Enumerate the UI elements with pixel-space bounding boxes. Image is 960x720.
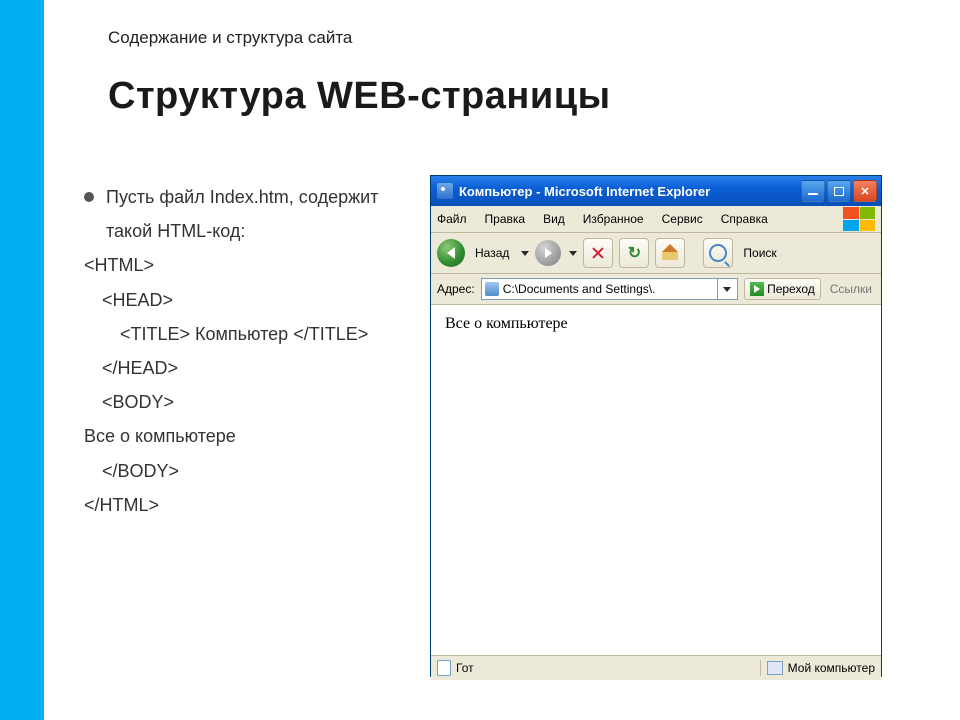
toolbar: Назад ↻ Поиск: [431, 233, 881, 274]
code-line: <HEAD>: [102, 283, 424, 317]
forward-dropdown[interactable]: [569, 251, 577, 256]
go-label: Переход: [767, 282, 815, 296]
page-body-text: Все о компьютере: [445, 315, 568, 332]
forward-arrow-icon: [545, 248, 552, 258]
slide-left-column: Пусть файл Index.htm, содержит такой HTM…: [84, 180, 424, 522]
bullet-text: Пусть файл Index.htm, содержит такой HTM…: [106, 180, 424, 248]
code-line: </BODY>: [102, 454, 424, 488]
bullet-item: Пусть файл Index.htm, содержит такой HTM…: [84, 180, 424, 248]
addressbar: Адрес: C:\Documents and Settings\. Перех…: [431, 274, 881, 305]
home-button[interactable]: [655, 238, 685, 268]
menu-file[interactable]: Файл: [437, 212, 467, 226]
menu-edit[interactable]: Правка: [485, 212, 526, 226]
search-label: Поиск: [743, 246, 776, 260]
menu-tools[interactable]: Сервис: [662, 212, 703, 226]
chevron-down-icon: [723, 287, 731, 292]
close-icon: ✕: [860, 185, 869, 198]
minimize-icon: [808, 193, 818, 195]
go-icon: [750, 282, 764, 296]
code-line: Все о компьютере: [84, 419, 424, 453]
menu-favorites[interactable]: Избранное: [583, 212, 644, 226]
ie-window: Компьютер - Microsoft Internet Explorer …: [430, 175, 882, 677]
status-left-text: Гот: [456, 661, 474, 675]
code-line: <HTML>: [84, 248, 424, 282]
code-line: <TITLE> Компьютер </TITLE>: [120, 317, 424, 351]
status-right-text: Мой компьютер: [788, 661, 875, 675]
window-title: Компьютер - Microsoft Internet Explorer: [459, 184, 801, 199]
menu-view[interactable]: Вид: [543, 212, 565, 226]
address-value: C:\Documents and Settings\.: [503, 282, 656, 296]
minimize-button[interactable]: [801, 180, 825, 202]
windows-logo-icon: [843, 207, 875, 231]
slide-subtitle: Содержание и структура сайта: [108, 28, 352, 48]
refresh-button[interactable]: ↻: [619, 238, 649, 268]
refresh-icon: ↻: [628, 243, 641, 263]
back-arrow-icon: [447, 247, 455, 259]
back-dropdown[interactable]: [521, 251, 529, 256]
go-button[interactable]: Переход: [744, 278, 821, 300]
stop-icon: [590, 245, 606, 261]
search-button[interactable]: [703, 238, 733, 268]
stop-button[interactable]: [583, 238, 613, 268]
address-label: Адрес:: [437, 282, 475, 296]
browser-viewport: Все о компьютере: [431, 305, 881, 655]
maximize-button[interactable]: [827, 180, 851, 202]
slide-accent-bar: [0, 0, 44, 720]
page-icon: [485, 282, 499, 296]
maximize-icon: [834, 187, 844, 196]
forward-button[interactable]: [535, 240, 561, 266]
titlebar: Компьютер - Microsoft Internet Explorer …: [431, 176, 881, 206]
menu-help[interactable]: Справка: [721, 212, 768, 226]
code-line: <BODY>: [102, 385, 424, 419]
close-button[interactable]: ✕: [853, 180, 877, 202]
bullet-dot-icon: [84, 192, 94, 202]
ie-app-icon: [437, 183, 453, 199]
slide-title: Структура WEB-страницы: [108, 75, 611, 118]
back-label: Назад: [475, 246, 509, 260]
search-icon: [709, 244, 727, 262]
status-separator: [760, 660, 761, 676]
address-dropdown[interactable]: [717, 279, 734, 299]
menubar: Файл Правка Вид Избранное Сервис Справка: [431, 206, 881, 233]
address-field[interactable]: C:\Documents and Settings\.: [481, 278, 738, 300]
code-line: </HEAD>: [102, 351, 424, 385]
back-button[interactable]: [437, 239, 465, 267]
statusbar: Гот Мой компьютер: [431, 655, 881, 680]
home-icon: [662, 246, 678, 260]
computer-icon: [767, 661, 783, 675]
code-line: </HTML>: [84, 488, 424, 522]
status-page-icon: [437, 660, 451, 676]
links-label[interactable]: Ссылки: [827, 282, 875, 296]
